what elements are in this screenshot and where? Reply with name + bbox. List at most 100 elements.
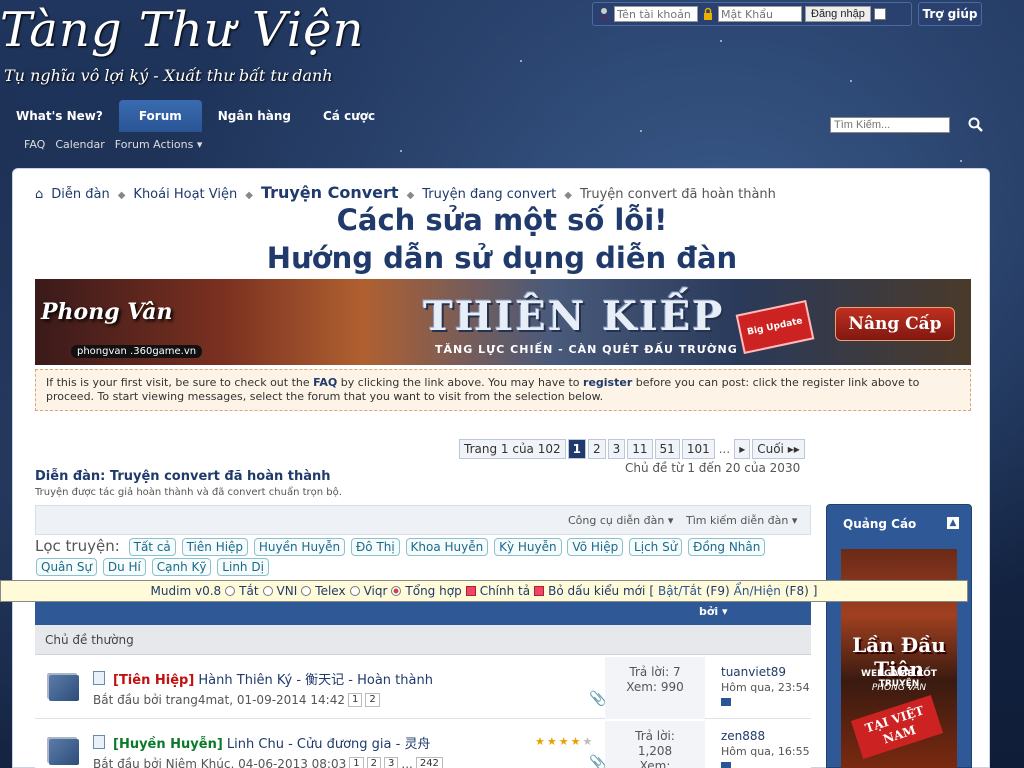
faq-link[interactable]: FAQ (313, 376, 337, 389)
page-label[interactable]: Trang 1 của 102 (459, 439, 566, 459)
thread-starter: Bắt đầu bởi Niệm Khúc, 04-06-2013 08:03 (93, 757, 347, 768)
last-post-user[interactable]: zen888 (721, 729, 810, 744)
mode-radio[interactable] (349, 586, 360, 596)
filter-chip[interactable]: Lịch Sử (629, 538, 683, 556)
attachment-icon: 📎 (589, 691, 607, 707)
filter-chip[interactable]: Đồng Nhân (688, 538, 766, 556)
filter-chip[interactable]: Tất cả (128, 538, 176, 556)
page-101[interactable]: 101 (681, 439, 715, 459)
filter-chip[interactable]: Kỳ Huyễn (494, 538, 562, 556)
banner-upgrade-button[interactable]: Nâng Cấp (835, 307, 955, 341)
thread-page-link[interactable]: 2 (366, 757, 381, 768)
last-page-button[interactable]: Cuối ▸▸ (752, 439, 805, 459)
breadcrumb: ⌂ Diễn đàn ◆ Khoái Hoạt Viện ◆ Truyện Co… (35, 183, 776, 202)
headline-guide[interactable]: Hướng dẫn sử dụng diễn đàn (13, 241, 991, 275)
thread-page-link[interactable]: 1 (349, 757, 364, 768)
filter-chip[interactable]: Quân Sự (36, 558, 98, 576)
mode-label[interactable]: VNI (277, 584, 298, 598)
forum-description: Truyện được tác giả hoàn thành và đã con… (35, 487, 342, 498)
thread-row[interactable]: [Huyền Huyễn] Linh Chu - Cửu đương gia -… (35, 721, 811, 768)
new-accent-checkbox[interactable] (534, 586, 545, 596)
sort-by-author[interactable]: bởi ▾ (699, 605, 728, 618)
spelling-label[interactable]: Chính tả (480, 584, 530, 598)
thread-status-icon (49, 739, 79, 765)
go-to-last-post-icon[interactable] (721, 762, 731, 768)
page-1[interactable]: 1 (567, 439, 586, 459)
subnav-forum-actions[interactable]: Forum Actions ▾ (115, 138, 203, 151)
filter-chip[interactable]: Khoa Huyễn (405, 538, 489, 556)
help-button[interactable]: Trợ giúp (918, 2, 982, 26)
search-icon[interactable] (968, 117, 984, 133)
crumb-section[interactable]: Khoái Hoạt Viện (133, 187, 237, 202)
collapse-icon[interactable]: ▲ (947, 517, 959, 529)
thread-meta: Bắt đầu bởi Niệm Khúc, 04-06-2013 08:03 … (93, 757, 443, 768)
toggle-link[interactable]: Bật/Tắt (658, 584, 702, 598)
filter-chip[interactable]: Cạnh Kỹ (151, 558, 212, 576)
star (960, 160, 962, 162)
mode-label[interactable]: Telex (315, 584, 345, 598)
mode-radio[interactable] (262, 586, 273, 596)
mode-label[interactable]: Viqr (364, 584, 388, 598)
filter-chip[interactable]: Linh Dị (217, 558, 269, 576)
user-icon (599, 8, 609, 21)
mode-radio[interactable] (225, 586, 236, 596)
filter-chip[interactable]: Đô Thị (350, 538, 400, 556)
banner-game-logo: Phong Vân (41, 299, 173, 325)
new-accent-label[interactable]: Bỏ dấu kiểu mới (548, 584, 645, 598)
crumb-forums[interactable]: Diễn đàn (51, 187, 109, 202)
page-3[interactable]: 3 (607, 439, 626, 459)
mode-radio[interactable] (301, 586, 312, 596)
tab-betting[interactable]: Cá cược (307, 100, 391, 132)
page-ellipsis: ... (718, 442, 731, 456)
site-logo[interactable]: Tàng Thư Viện (0, 2, 364, 58)
site-slogan: Tụ nghĩa vô lợi ký - Xuất thư bất tư dan… (4, 66, 333, 85)
thread-page-link[interactable]: 3 (384, 757, 399, 768)
hide-link[interactable]: Ẩn/Hiện (734, 584, 781, 598)
register-link[interactable]: register (583, 376, 632, 389)
login-button[interactable]: Đăng nhập (805, 6, 871, 22)
thread-prefix: [Huyền Huyễn] (113, 737, 223, 752)
thread-status-icon (49, 675, 79, 701)
tab-whats-new[interactable]: What's New? (0, 100, 119, 132)
subnav-calendar[interactable]: Calendar (55, 138, 104, 151)
thread-title[interactable]: Linh Chu - Cửu đương gia - 灵舟 (227, 737, 431, 752)
username-input[interactable] (614, 6, 698, 22)
filter-chip[interactable]: Võ Hiệp (567, 538, 624, 556)
forum-search-menu[interactable]: Tìm kiếm diễn đàn ▾ (686, 514, 797, 527)
crumb-ongoing[interactable]: Truyện đang convert (422, 187, 556, 202)
mode-label[interactable]: Tổng hợp (405, 584, 461, 598)
mode-radio-selected[interactable] (391, 586, 402, 596)
page-51[interactable]: 51 (654, 439, 680, 459)
page-2[interactable]: 2 (587, 439, 606, 459)
mode-label[interactable]: Tắt (239, 584, 258, 598)
page-11[interactable]: 11 (627, 439, 653, 459)
thread-page-link[interactable]: 242 (415, 757, 443, 768)
story-filter: Lọc truyện: Tất cả Tiên Hiệp Huyền Huyễn… (35, 537, 811, 577)
search-input[interactable] (830, 117, 950, 133)
thread-title[interactable]: Hành Thiên Ký - 衡天记 - Hoàn thành (198, 673, 433, 688)
tab-forum[interactable]: Forum (118, 100, 202, 132)
thread-page-link[interactable]: 2 (365, 693, 380, 707)
headline-fix-errors[interactable]: Cách sửa một số lỗi! (13, 203, 991, 237)
last-post-user[interactable]: tuanviet89 (721, 665, 810, 680)
thread-page-link[interactable]: 1 (347, 693, 363, 707)
crumb-separator: ◆ (245, 190, 253, 201)
subnav-faq[interactable]: FAQ (24, 138, 45, 151)
spelling-checkbox[interactable] (465, 586, 476, 596)
filter-chip[interactable]: Du Hí (102, 558, 146, 576)
go-to-last-post-icon[interactable] (721, 698, 731, 706)
filter-chip[interactable]: Tiên Hiệp (181, 538, 249, 556)
thread-row[interactable]: [Tiên Hiệp] Hành Thiên Ký - 衡天记 - Hoàn t… (35, 657, 811, 719)
star (520, 60, 522, 62)
tab-bank[interactable]: Ngân hàng (202, 100, 307, 132)
forum-tools-menu[interactable]: Công cụ diễn đàn ▾ (568, 514, 673, 527)
password-input[interactable] (718, 6, 802, 22)
remember-checkbox[interactable] (873, 8, 886, 20)
ad-banner[interactable]: Phong Vân phongvan .360game.vn THIÊN KIẾ… (35, 279, 971, 365)
reply-count: 1,208 (637, 744, 673, 758)
next-page-button[interactable]: ▸ (734, 439, 751, 459)
reply-count: Trả lời: 7 (629, 665, 681, 679)
filter-chip[interactable]: Huyền Huyễn (253, 538, 346, 556)
home-icon[interactable]: ⌂ (35, 187, 43, 202)
crumb-category[interactable]: Truyện Convert (261, 183, 399, 202)
